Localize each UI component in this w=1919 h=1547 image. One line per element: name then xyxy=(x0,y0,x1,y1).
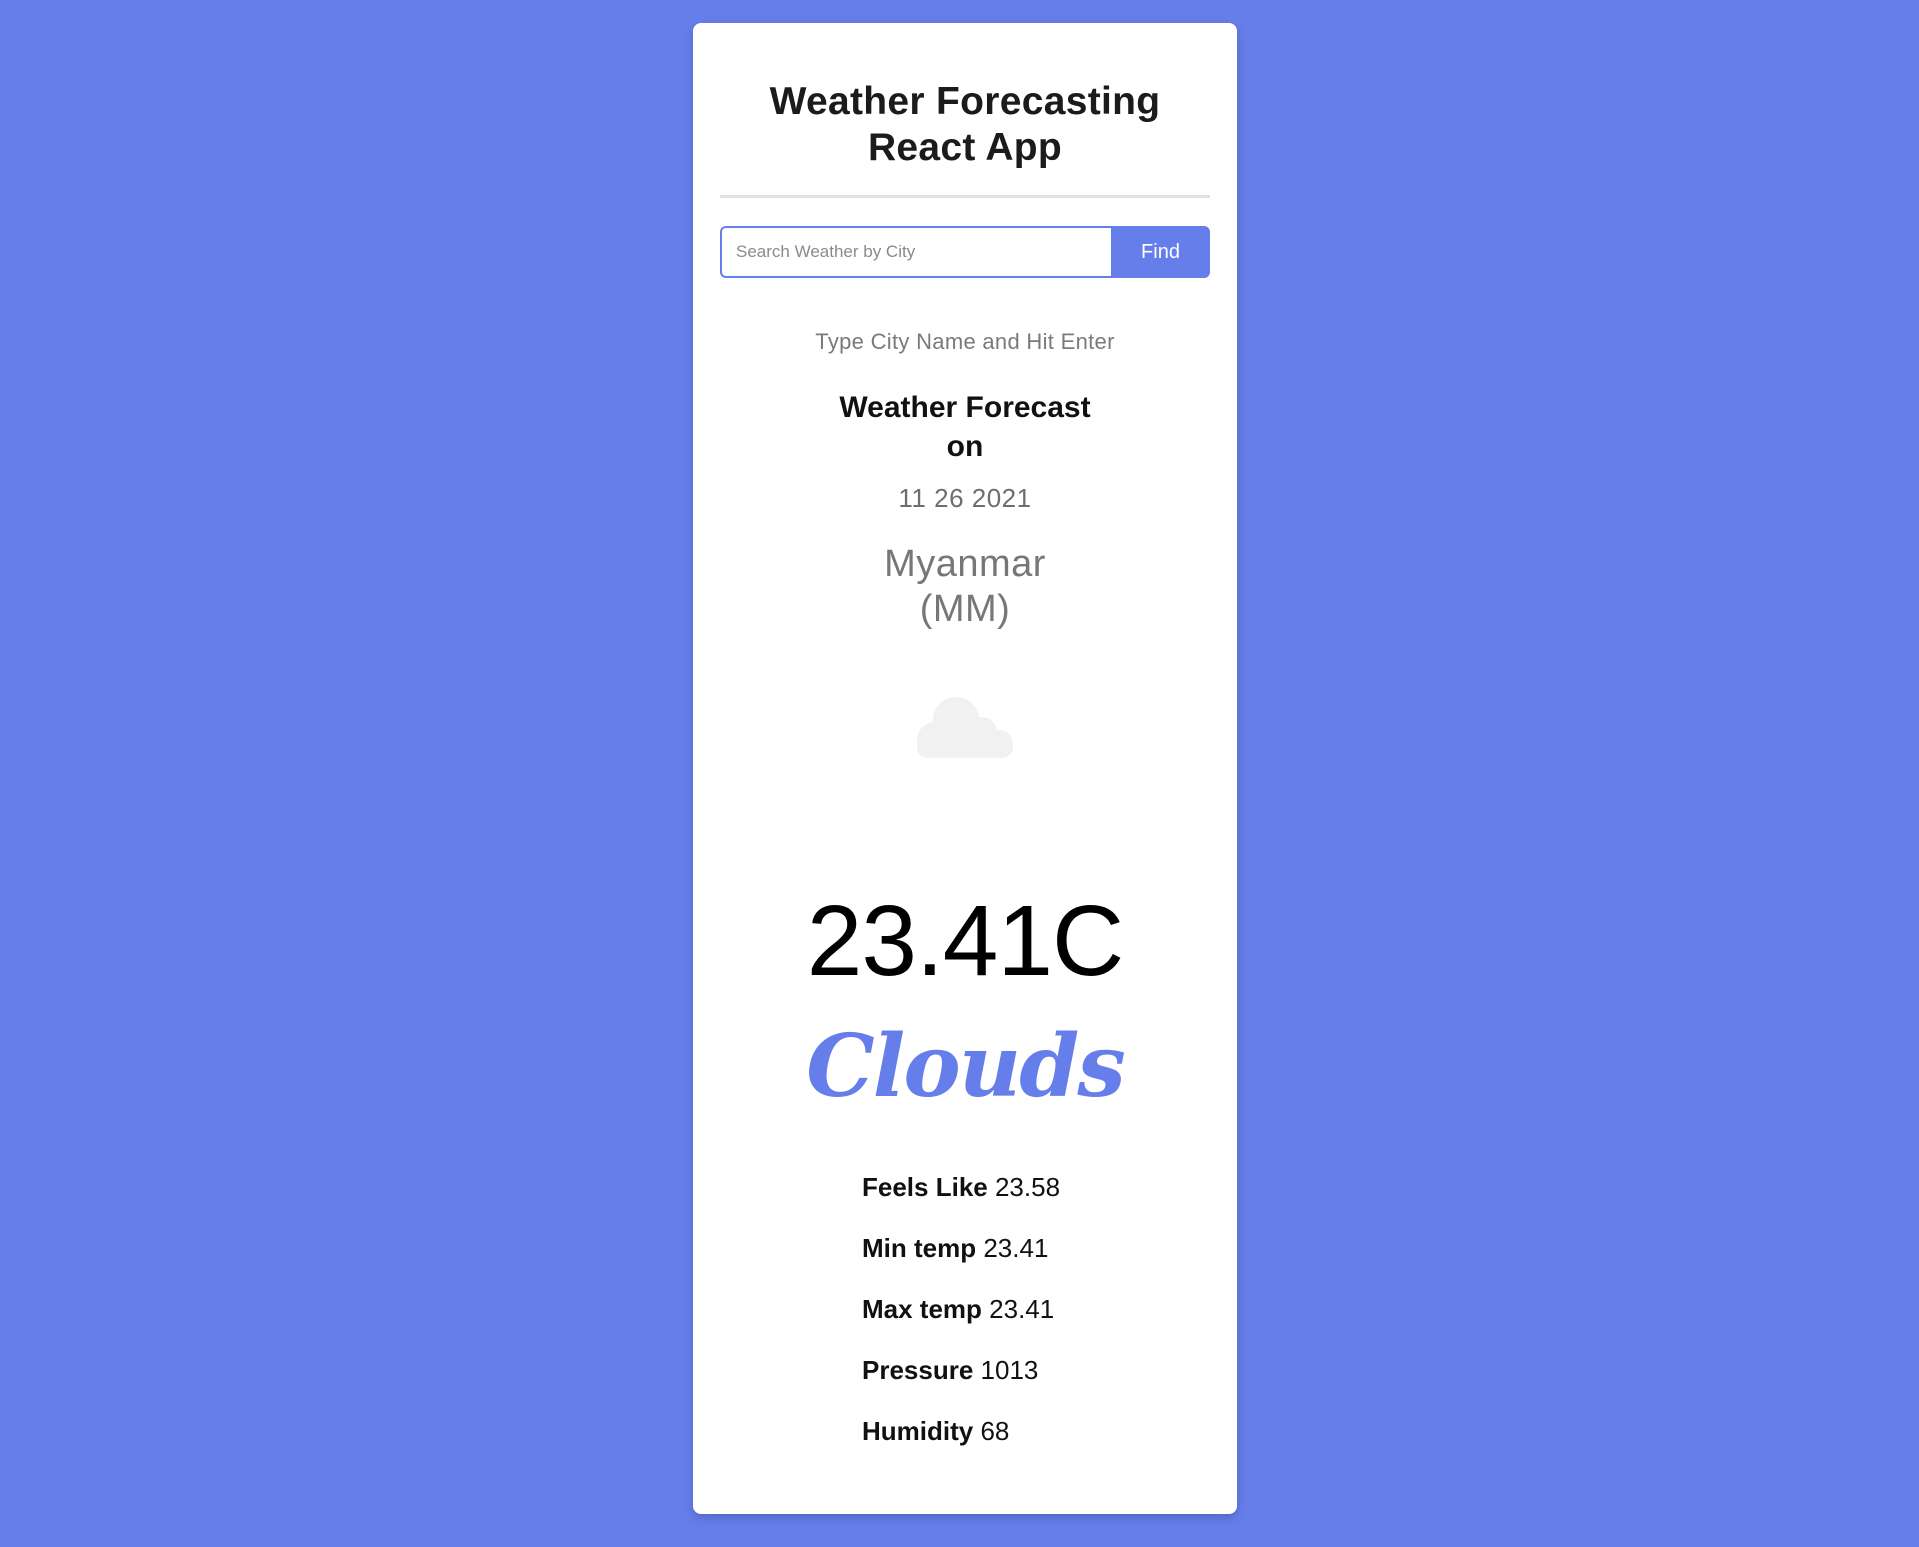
location-name: Myanmar (MM) xyxy=(693,542,1237,632)
app-title: Weather Forecasting React App xyxy=(693,79,1237,171)
find-button[interactable]: Find xyxy=(1111,226,1210,278)
app-title-line1: Weather Forecasting xyxy=(769,80,1161,123)
title-divider xyxy=(720,195,1210,198)
detail-value: 1013 xyxy=(980,1355,1039,1385)
detail-label: Max temp xyxy=(862,1294,982,1324)
search-bar: Find xyxy=(720,226,1210,278)
forecast-heading-line2: on xyxy=(946,430,984,463)
detail-label: Humidity xyxy=(862,1416,974,1446)
location-code: (MM) xyxy=(919,588,1011,630)
detail-label: Feels Like xyxy=(862,1172,988,1202)
detail-humidity: Humidity 68 xyxy=(862,1416,1192,1477)
search-input[interactable] xyxy=(720,226,1111,278)
detail-max-temp: Max temp 23.41 xyxy=(862,1294,1192,1355)
weather-card: Weather Forecasting React App Find Type … xyxy=(693,23,1237,1514)
location-country: Myanmar xyxy=(884,543,1046,585)
cloud-icon xyxy=(913,688,1019,764)
detail-min-temp: Min temp 23.41 xyxy=(862,1233,1192,1294)
forecast-heading: Weather Forecast on xyxy=(693,388,1237,466)
detail-feels-like: Feels Like 23.58 xyxy=(862,1172,1192,1233)
forecast-heading-line1: Weather Forecast xyxy=(839,391,1091,424)
detail-pressure: Pressure 1013 xyxy=(862,1355,1192,1416)
weather-details: Feels Like 23.58 Min temp 23.41 Max temp… xyxy=(862,1172,1192,1477)
forecast-date: 11 26 2021 xyxy=(898,483,1032,513)
detail-value: 68 xyxy=(980,1416,1010,1446)
weather-condition: Clouds xyxy=(806,1016,1126,1117)
search-hint: Type City Name and Hit Enter xyxy=(815,329,1115,354)
detail-value: 23.58 xyxy=(994,1172,1061,1202)
temperature-value: 23.41C xyxy=(806,885,1124,997)
detail-label: Min temp xyxy=(862,1233,977,1263)
detail-value: 23.41 xyxy=(989,1294,1055,1324)
detail-label: Pressure xyxy=(862,1355,974,1385)
detail-value: 23.41 xyxy=(983,1233,1049,1263)
app-title-line2: React App xyxy=(867,126,1063,169)
